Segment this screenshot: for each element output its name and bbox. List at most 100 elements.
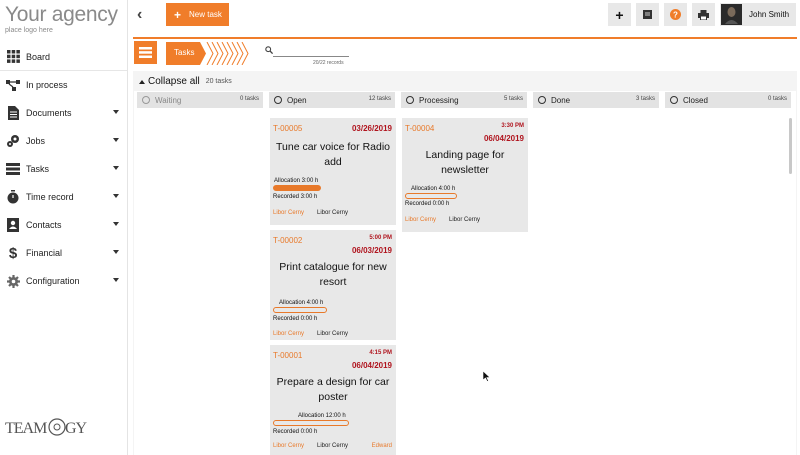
chevron-down-icon	[113, 278, 119, 282]
notes-button[interactable]	[636, 3, 659, 26]
tasks-filter-chip[interactable]: Tasks	[166, 41, 252, 66]
column-count: 0 tasks	[239, 96, 259, 102]
help-icon: ?	[670, 9, 681, 20]
column-count: 5 tasks	[503, 96, 523, 102]
gears-icon	[6, 134, 20, 148]
sidebar-item-tasks[interactable]: Tasks	[0, 155, 127, 183]
chevron-down-icon	[113, 222, 119, 226]
app-root: Your agency place logo here Board In pro…	[0, 0, 800, 455]
user-name: John Smith	[749, 10, 790, 19]
circle-icon	[274, 96, 282, 104]
new-task-button[interactable]: + New task	[166, 3, 229, 26]
task-allocation: Allocation 4:00 h	[411, 186, 456, 192]
printer-icon	[698, 9, 709, 20]
grid-icon	[6, 50, 20, 64]
task-id: T-00002	[273, 236, 303, 245]
column-header-waiting[interactable]: Waiting 0 tasks	[137, 92, 263, 108]
sidebar-item-financial[interactable]: $ Financial	[0, 239, 127, 267]
task-assignee[interactable]: Libor Cerny	[317, 331, 348, 337]
task-card[interactable]: T-00002 5:00 PM 06/03/2019 Print catalog…	[270, 230, 396, 340]
task-title: Landing page for newsletter	[406, 148, 524, 178]
sidebar-item-label: Time record	[26, 192, 74, 202]
sidebar-item-label: In process	[26, 80, 68, 90]
chevron-up-icon	[139, 79, 145, 84]
task-owner[interactable]: Libor Cerny	[273, 331, 304, 337]
sidebar-item-label: Board	[26, 51, 51, 62]
brand-title: Your agency	[5, 3, 118, 26]
task-assignee[interactable]: Libor Cerny	[317, 443, 348, 449]
check-circle-icon	[538, 96, 546, 104]
task-card[interactable]: T-00004 3:30 PM 06/04/2019 Landing page …	[402, 118, 528, 232]
user-menu[interactable]: John Smith	[720, 3, 796, 26]
task-recorded: Recorded 3:00 h	[273, 194, 318, 200]
help-button[interactable]: ?	[664, 3, 687, 26]
sidebar-item-contacts[interactable]: Contacts	[0, 211, 127, 239]
task-due-time: 4:15 PM	[369, 350, 392, 356]
brand-logo[interactable]: Your agency place logo here	[5, 3, 118, 35]
add-button[interactable]: +	[608, 3, 631, 26]
task-progress-bar	[273, 307, 327, 313]
task-title: Prepare a design for car poster	[274, 375, 392, 405]
task-id: T-00005	[273, 124, 303, 133]
collapse-all-count: 20 tasks	[205, 78, 232, 85]
task-allocation: Allocation 3:00 h	[274, 178, 319, 184]
sidebar-item-label: Configuration	[26, 276, 80, 286]
task-due-date: 06/04/2019	[483, 134, 524, 143]
task-due-date: 06/03/2019	[351, 246, 392, 255]
column-header-done[interactable]: Done 3 tasks	[533, 92, 659, 108]
task-owner[interactable]: Libor Cerny	[273, 210, 304, 216]
sidebar-item-time-record[interactable]: Time record	[0, 183, 127, 211]
svg-text:?: ?	[673, 11, 678, 20]
board-scrollbar[interactable]	[789, 118, 792, 174]
task-assignee[interactable]: Libor Cerny	[317, 210, 348, 216]
task-title-line: Tune car voice for Radio	[276, 141, 390, 153]
stopwatch-icon	[6, 190, 20, 204]
document-icon	[6, 106, 20, 120]
dollar-icon: $	[8, 244, 18, 262]
task-card[interactable]: T-00005 03/26/2019 Tune car voice for Ra…	[270, 118, 396, 225]
board-menu-button[interactable]	[134, 41, 157, 64]
chevron-down-icon	[113, 194, 119, 198]
sidebar-item-label: Financial	[26, 248, 63, 258]
sidebar-item-configuration[interactable]: Configuration	[0, 267, 127, 295]
task-title-line: add	[324, 156, 342, 168]
task-owner[interactable]: Libor Cerny	[273, 443, 304, 449]
search-input[interactable]	[275, 44, 347, 56]
chevron-down-icon	[113, 110, 119, 114]
sidebar-item-label: Jobs	[26, 136, 46, 146]
mouse-cursor-icon	[483, 371, 491, 382]
notes-icon	[643, 10, 652, 19]
column-count: 0 tasks	[767, 96, 787, 102]
task-title: Print catalogue for new resort	[274, 260, 392, 290]
sidebar-item-label: Documents	[26, 108, 72, 118]
task-card[interactable]: T-00001 4:15 PM 06/04/2019 Prepare a des…	[270, 345, 396, 455]
sidebar-item-board[interactable]: Board	[0, 43, 127, 71]
play-circle-icon	[406, 96, 414, 104]
task-client[interactable]: Edward	[372, 443, 392, 449]
sidebar-nav: Board In process Documents Jobs Tasks Ti…	[0, 43, 127, 295]
sidebar: Your agency place logo here Board In pro…	[0, 0, 128, 455]
records-count: 20/22 records	[313, 60, 344, 66]
brand-subtitle: place logo here	[5, 27, 53, 34]
task-title-line: poster	[318, 391, 348, 403]
column-name: Waiting	[155, 95, 182, 105]
task-title-line: resort	[319, 276, 347, 288]
task-assignee[interactable]: Libor Cerny	[449, 217, 480, 223]
column-header-closed[interactable]: Closed 0 tasks	[665, 92, 791, 108]
collapse-all-toggle[interactable]: Collapse all 20 tasks	[139, 76, 232, 87]
task-recorded: Recorded 0:00 h	[405, 201, 450, 207]
task-title-line: Prepare a design for car	[276, 376, 390, 388]
task-owner[interactable]: Libor Cerny	[405, 217, 436, 223]
column-name: Closed	[683, 95, 708, 105]
task-progress-bar	[273, 185, 321, 191]
sidebar-item-documents[interactable]: Documents	[0, 99, 127, 127]
sidebar-item-in-process[interactable]: In process	[0, 71, 127, 99]
column-header-open[interactable]: Open 12 tasks	[269, 92, 395, 108]
column-header-processing[interactable]: Processing 5 tasks	[401, 92, 527, 108]
svg-text:GY: GY	[65, 420, 88, 437]
print-button[interactable]	[692, 3, 715, 26]
sidebar-item-jobs[interactable]: Jobs	[0, 127, 127, 155]
search-icon	[265, 46, 273, 54]
column-count: 12 tasks	[368, 96, 391, 102]
chevron-down-icon	[113, 166, 119, 170]
